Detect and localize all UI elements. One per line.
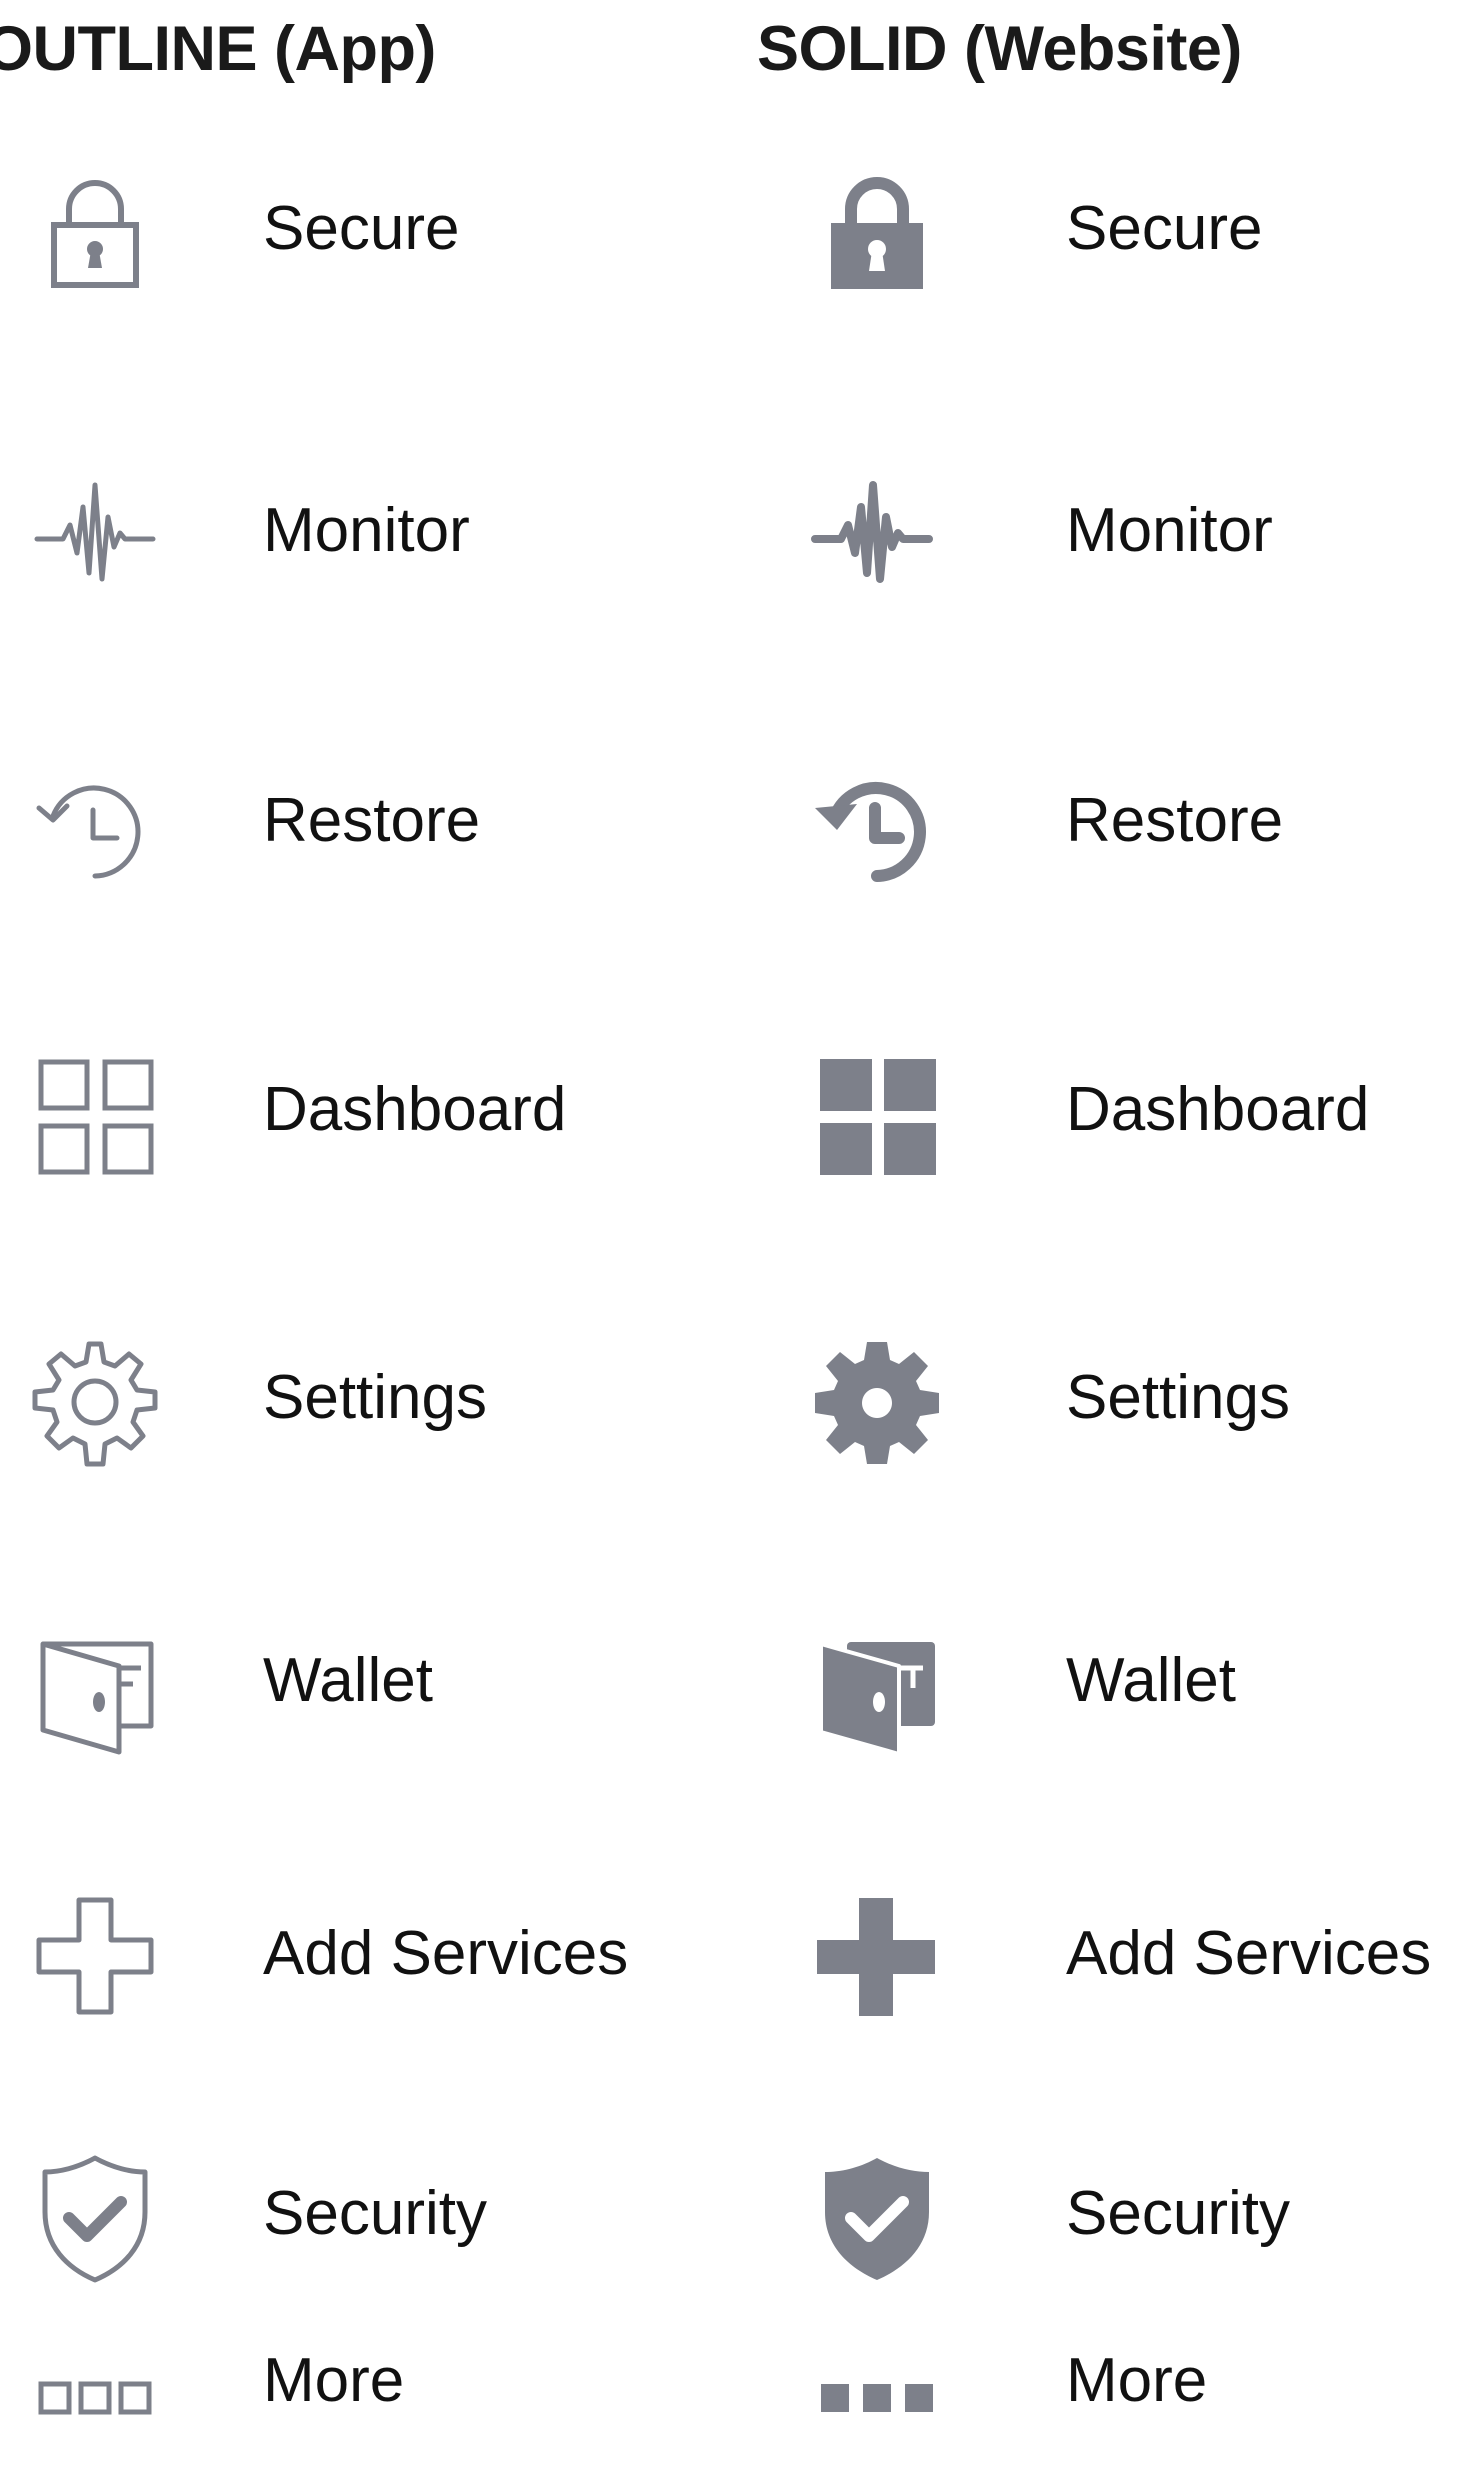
row-label-monitor: Monitor xyxy=(1066,496,1273,565)
row-label-wallet: Wallet xyxy=(1066,1646,1236,1715)
row-label-restore: Restore xyxy=(1066,786,1284,855)
row-label-security: Security xyxy=(1066,2179,1290,2248)
row-label-add-services: Add Services xyxy=(1066,1919,1432,1988)
row-label-more: More xyxy=(1066,2346,1208,2415)
pulse-icon xyxy=(807,467,947,607)
plus-icon xyxy=(807,1890,947,2030)
wallet-icon xyxy=(807,1622,947,1762)
row-label-settings: Settings xyxy=(1066,1363,1291,1432)
history-icon xyxy=(807,758,947,898)
more-icon xyxy=(807,2330,947,2470)
row-label-secure: Secure xyxy=(1066,194,1263,263)
shield-check-icon xyxy=(807,2150,947,2290)
gear-icon xyxy=(807,1336,947,1476)
grid-icon xyxy=(807,1046,947,1186)
lock-icon xyxy=(807,165,947,305)
row-label-dashboard: Dashboard xyxy=(1066,1075,1370,1144)
solid-icon-column: Secure Monitor Restore Dashboard Setting… xyxy=(0,0,1460,2476)
